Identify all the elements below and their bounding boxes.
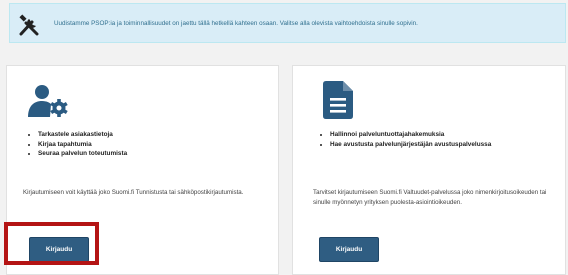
feature-item: Hae avustusta palvelunjärjestäjän avustu… xyxy=(330,140,491,150)
login-description: Kirjautumiseen voit käyttää joko Suomi.f… xyxy=(23,188,243,198)
feature-item: Kirjaa tapahtumia xyxy=(38,140,127,150)
login-description: Tarvitset kirjautumiseen Suomi.fi Valtuu… xyxy=(313,188,546,208)
document-icon xyxy=(323,81,353,119)
feature-item: Seuraa palvelun toteutumista xyxy=(38,149,127,159)
feature-list: Hallinnoi palveluntuottajahakemuksia Hae… xyxy=(321,130,491,149)
login-button-provider[interactable]: Kirjaudu xyxy=(319,237,379,262)
service-card-provider: Hallinnoi palveluntuottajahakemuksia Hae… xyxy=(292,65,566,275)
feature-item: Hallinnoi palveluntuottajahakemuksia xyxy=(330,130,491,140)
feature-list: Tarkastele asiakastietoja Kirjaa tapahtu… xyxy=(29,130,127,159)
feature-item: Tarkastele asiakastietoja xyxy=(38,130,127,140)
notice-text: Uudistamme PSOP:ia ja toiminnallisuudet … xyxy=(54,20,418,27)
user-gear-icon xyxy=(28,85,68,117)
description-line: Kirjautumiseen voit käyttää joko Suomi.f… xyxy=(23,189,244,196)
highlight-box xyxy=(4,222,99,265)
description-line: sinulle myönnetyn yrityksen puolesta-asi… xyxy=(313,199,462,206)
info-notice: Uudistamme PSOP:ia ja toiminnallisuudet … xyxy=(9,3,566,43)
description-line: Tarvitset kirjautumiseen Suomi.fi Valtuu… xyxy=(313,189,547,196)
tools-icon xyxy=(19,14,39,36)
